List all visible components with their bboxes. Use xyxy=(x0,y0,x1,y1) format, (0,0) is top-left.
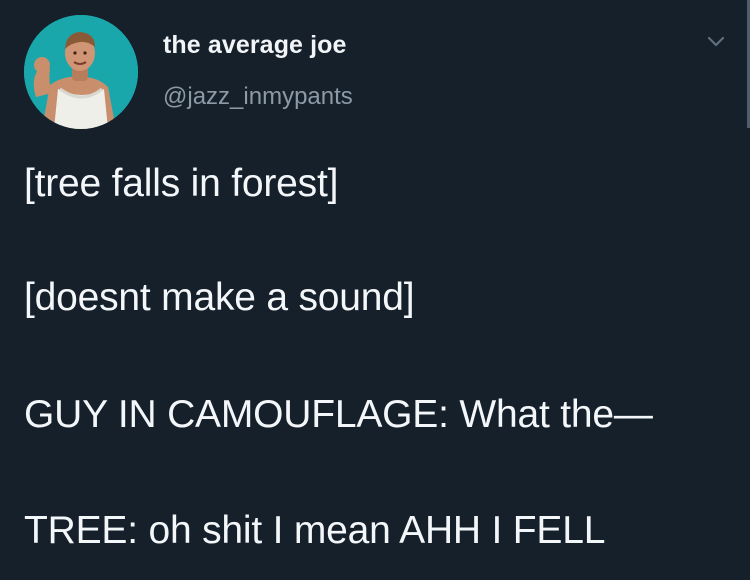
tweet-text-line: TREE: oh shit I mean AHH I FELL xyxy=(24,509,606,552)
tweet-menu-button[interactable] xyxy=(704,34,728,50)
avatar[interactable] xyxy=(24,15,138,129)
tweet-text-line: [tree falls in forest] xyxy=(24,162,339,205)
tweet-text-line: [doesnt make a sound] xyxy=(24,276,415,319)
tweet-text-line: GUY IN CAMOUFLAGE: What the— xyxy=(24,393,653,436)
tweet-card: the average joe @jazz_inmypants [tree fa… xyxy=(0,0,750,580)
author-handle[interactable]: @jazz_inmypants xyxy=(163,83,353,111)
profile-photo-icon xyxy=(24,15,138,129)
chevron-down-icon xyxy=(707,36,725,47)
author-display-name[interactable]: the average joe xyxy=(163,30,347,60)
